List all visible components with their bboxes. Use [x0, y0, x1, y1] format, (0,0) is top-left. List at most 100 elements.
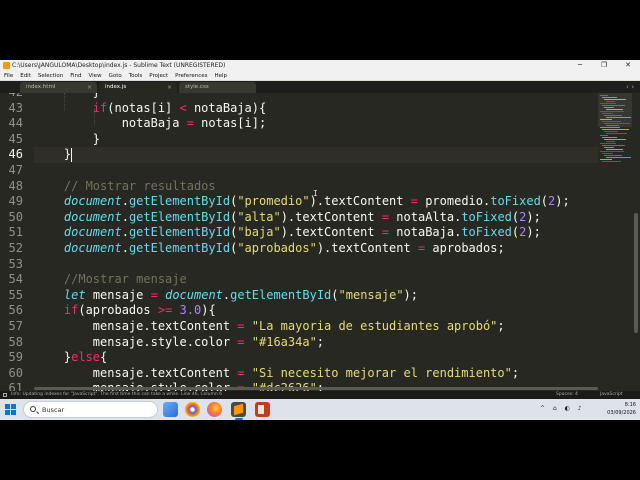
- code-token: ;: [511, 365, 520, 380]
- vertical-scroll-thumb[interactable]: [634, 213, 638, 333]
- code-line[interactable]: }else{: [35, 350, 107, 364]
- firefox-icon[interactable]: [207, 402, 222, 417]
- minimap-line: [600, 95, 608, 96]
- minimap-line: [600, 103, 616, 104]
- line-number: 47: [8, 163, 23, 177]
- minimap-line: [600, 119, 612, 120]
- code-line[interactable]: let mensaje = document.getElementById("m…: [35, 288, 418, 302]
- code-token: "La mayoria de estudiantes aprobó": [251, 319, 498, 333]
- code-token: document: [63, 209, 122, 224]
- minimap[interactable]: [598, 93, 632, 391]
- minimize-button[interactable]: ─: [568, 60, 592, 71]
- minimap-line: [600, 111, 624, 112]
- code-token: =: [186, 116, 194, 131]
- maximize-button[interactable]: ❐: [592, 60, 616, 71]
- line-number: 49: [8, 194, 23, 209]
- code-token: aprobados;: [425, 241, 505, 255]
- code-token: =: [237, 319, 245, 333]
- code-line[interactable]: document.getElementById("aprobados").tex…: [35, 241, 505, 255]
- minimap-line: [606, 125, 619, 126]
- code-line[interactable]: mensaje.style.color = "#16a34a";: [35, 335, 324, 349]
- menu-edit[interactable]: Edit: [17, 71, 34, 81]
- tab-close-icon[interactable]: ×: [167, 82, 172, 93]
- menu-file[interactable]: File: [1, 71, 16, 81]
- taskbar-search-input[interactable]: Buscar: [23, 401, 158, 418]
- code-line[interactable]: document.getElementById ("promedio").text…: [35, 194, 570, 208]
- code-line[interactable]: }: [35, 93, 100, 99]
- system-tray-icons[interactable]: ^ ⌂ ◐ ♪: [540, 405, 585, 412]
- code-token: mensaje.style.color: [35, 334, 238, 349]
- code-token: notaBaja: [35, 116, 187, 131]
- menu-selection[interactable]: Selection: [35, 71, 66, 81]
- code-line[interactable]: notaBaja = notas[i];: [35, 116, 267, 131]
- powerpoint-icon[interactable]: [255, 402, 270, 417]
- code-token: );: [403, 287, 418, 302]
- close-window-button[interactable]: ✕: [616, 60, 640, 71]
- code-token: "Si necesito mejorar el rendimiento": [251, 365, 512, 380]
- horizontal-scroll-thumb[interactable]: [34, 387, 598, 390]
- code-token: getElementById: [128, 225, 231, 240]
- chrome-icon[interactable]: [185, 402, 200, 417]
- tab-style-css[interactable]: style.css: [179, 82, 256, 93]
- code-token: notaBaja.: [389, 225, 462, 240]
- code-token: .: [121, 225, 129, 240]
- code-line[interactable]: mensaje.textContent = "La mayoria de est…: [35, 319, 505, 333]
- panel-toggle-icon[interactable]: [3, 393, 7, 397]
- code-token: notaAlta.: [389, 209, 462, 224]
- code-line[interactable]: if(notas[i] < notaBaja){: [35, 101, 266, 115]
- menu-goto[interactable]: Goto: [106, 71, 125, 81]
- code-line[interactable]: //Mostrar mensaje: [35, 272, 187, 286]
- code-token: =: [381, 209, 390, 224]
- code-token: .: [121, 241, 129, 255]
- menu-tools[interactable]: Tools: [126, 71, 146, 81]
- minimap-line: [602, 145, 625, 146]
- code-editor[interactable]: 4243444546474849505152535455565758596061…: [0, 93, 598, 391]
- line-number-gutter: 4243444546474849505152535455565758596061: [0, 93, 30, 391]
- code-line[interactable]: document.getElementById("alta").textCont…: [35, 210, 541, 224]
- task-view-icon[interactable]: [163, 402, 178, 417]
- menu-help[interactable]: Help: [211, 71, 230, 81]
- code-line[interactable]: mensaje.textContent = "Si necesito mejor…: [35, 366, 519, 380]
- code-token: }: [35, 131, 101, 146]
- line-number: 44: [8, 116, 23, 131]
- code-token: mensaje.textContent: [35, 319, 238, 333]
- line-number: 52: [8, 241, 23, 255]
- windows-start-icon[interactable]: [5, 404, 16, 415]
- sublime-taskbar-icon[interactable]: [231, 402, 246, 417]
- code-line[interactable]: document.getElementById("baja").textCont…: [35, 225, 541, 239]
- clock[interactable]: 8:16 03/09/2026: [607, 401, 636, 417]
- tab-index-js[interactable]: index.js ×: [99, 82, 177, 93]
- code-token: toFixed: [490, 194, 541, 209]
- line-number: 56: [8, 303, 23, 318]
- code-line[interactable]: if(aprobados >= 3.0){: [35, 303, 216, 317]
- line-number: 51: [8, 225, 23, 240]
- minimap-line: [604, 99, 626, 100]
- tab-close-icon[interactable]: ×: [87, 82, 92, 93]
- letterbox-bottom: [0, 420, 640, 480]
- vertical-scrollbar[interactable]: [632, 93, 640, 391]
- menu-preferences[interactable]: Preferences: [172, 71, 210, 81]
- tab-navigation-arrows[interactable]: ‹ ›: [626, 82, 634, 93]
- tab-bar: index.html × index.js × style.css ‹ ›: [0, 81, 640, 93]
- tab-index-html[interactable]: index.html ×: [20, 82, 97, 93]
- minimap-line: [606, 109, 623, 110]
- line-number: 50: [8, 209, 23, 224]
- indentation-setting[interactable]: Spaces: 4: [556, 391, 578, 399]
- minimap-line: [600, 159, 612, 160]
- menu-view[interactable]: View: [86, 71, 105, 81]
- minimap-line: [600, 143, 616, 144]
- code-line[interactable]: }: [35, 132, 100, 146]
- syntax-selector[interactable]: JavaScript: [600, 391, 623, 399]
- code-line[interactable]: }: [35, 147, 71, 161]
- menu-project[interactable]: Project: [146, 71, 171, 81]
- code-line[interactable]: // Mostrar resultados: [35, 179, 216, 193]
- line-number: 53: [8, 256, 23, 271]
- menu-find[interactable]: Find: [67, 71, 84, 81]
